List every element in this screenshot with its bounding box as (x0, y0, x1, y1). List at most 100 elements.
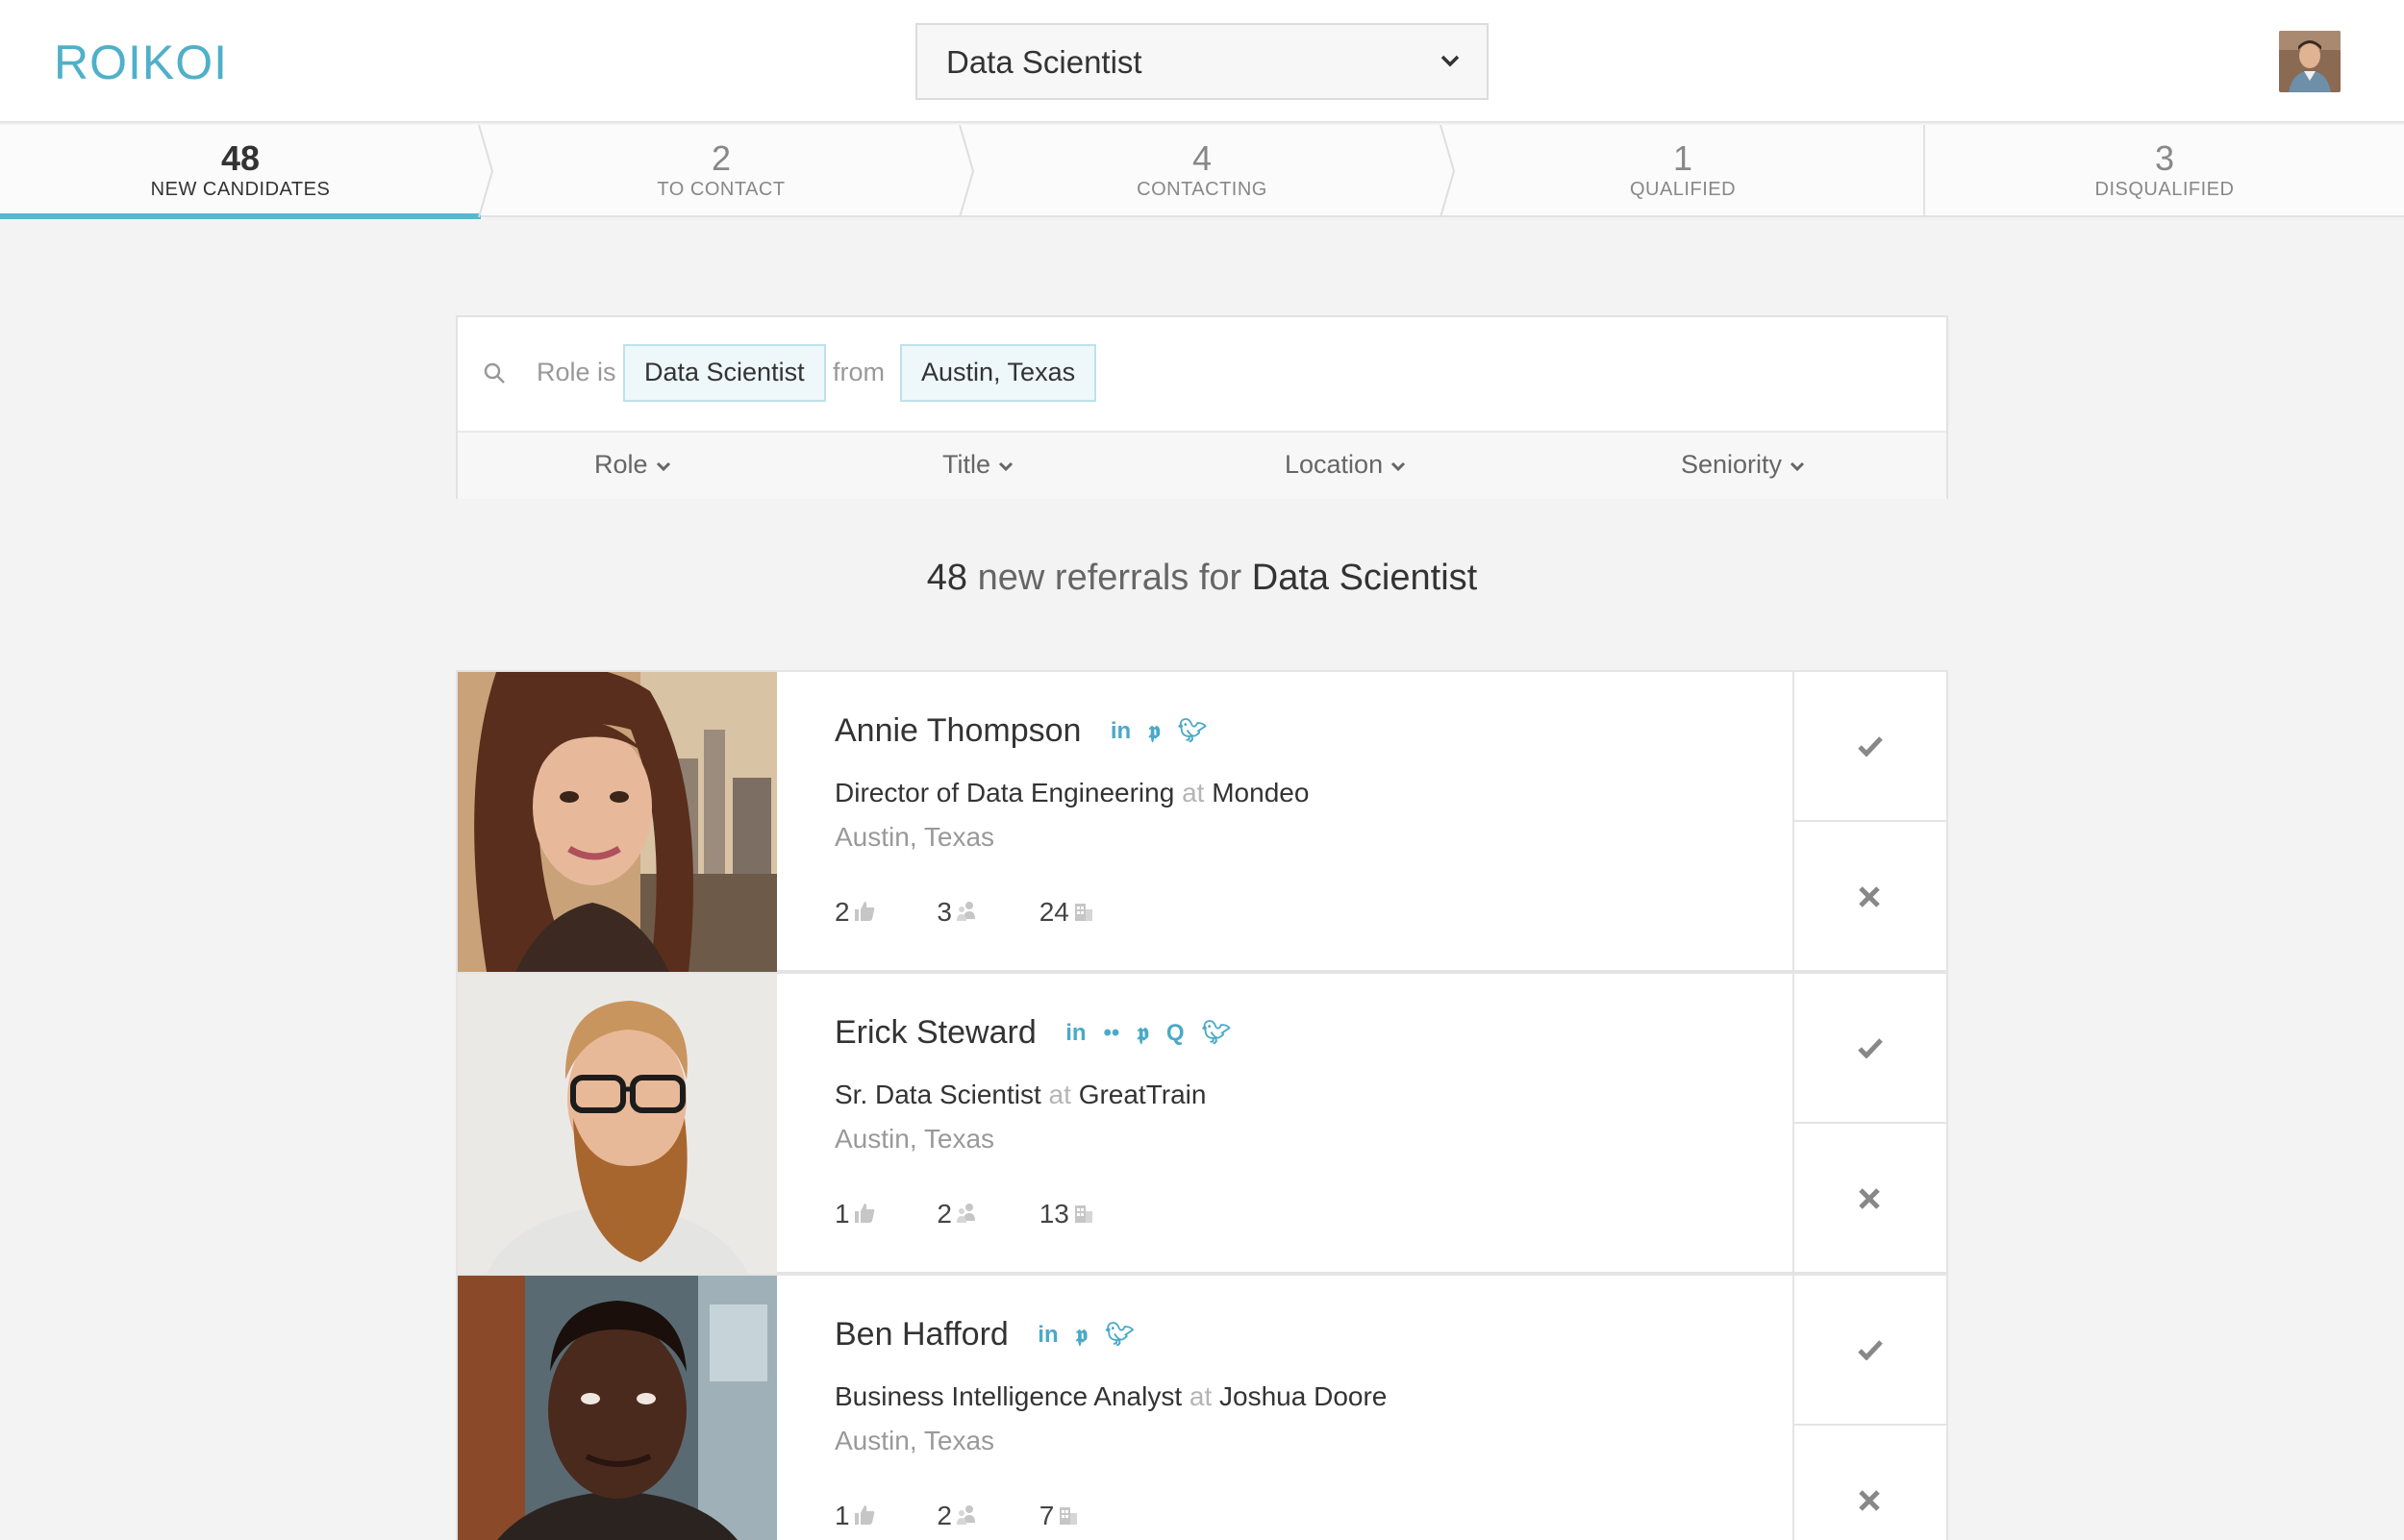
job-title: Sr. Data Scientist (835, 1080, 1041, 1109)
referral-role: Data Scientist (1251, 558, 1478, 598)
stage-disqualified[interactable]: 3 DISQUALIFIED (1923, 125, 2404, 217)
company-name: GreatTrain (1078, 1080, 1207, 1109)
role-dropdown-value: Data Scientist (946, 44, 1142, 80)
social-links: in 𝖕 🐦︎ (1038, 1321, 1151, 1349)
active-stage-indicator (0, 213, 481, 219)
thumbs-up-icon (854, 1505, 874, 1525)
candidate-name[interactable]: Annie Thompson (835, 712, 1081, 750)
pinterest-icon[interactable]: 𝖕 (1076, 1322, 1089, 1349)
candidate-stats: 1 2 7 (835, 1501, 1134, 1531)
candidate-card[interactable]: Annie Thompson in 𝖕 🐦︎ Director of Data En… (456, 670, 1948, 972)
connections-stat: 2 (937, 1199, 978, 1230)
approve-button[interactable] (1794, 1276, 1946, 1426)
sort-location[interactable]: Location (1285, 450, 1406, 480)
user-avatar[interactable] (2279, 31, 2341, 92)
referral-text: new referrals for (977, 558, 1242, 598)
approve-button[interactable] (1794, 672, 1946, 822)
stage-qualified[interactable]: 1 QUALIFIED (1442, 125, 1923, 217)
pinterest-icon[interactable]: 𝖕 (1148, 718, 1161, 745)
stage-separator (478, 125, 494, 217)
candidate-photo (458, 974, 777, 1274)
sort-seniority[interactable]: Seniority (1681, 450, 1805, 480)
referral-count: 48 (926, 558, 968, 598)
sort-role-label: Role (594, 450, 648, 479)
candidate-name-row: Ben Hafford in 𝖕 🐦︎ (835, 1316, 1152, 1360)
endorsements-stat: 2 (835, 897, 876, 928)
endorsements-count: 1 (835, 1501, 850, 1530)
stage-label: DISQUALIFIED (2094, 179, 2235, 200)
candidate-name-row: Annie Thompson in 𝖕 🐦︎ (835, 712, 1224, 757)
people-icon (956, 902, 975, 921)
candidate-name[interactable]: Erick Steward (835, 1014, 1037, 1052)
job-title: Director of Data Engineering (835, 778, 1175, 807)
candidate-name[interactable]: Ben Hafford (835, 1316, 1009, 1354)
linkedin-icon[interactable]: in (1065, 1020, 1086, 1047)
stage-separator (959, 125, 975, 217)
from-text: from (833, 358, 885, 386)
close-icon (1859, 1188, 1880, 1209)
sort-title[interactable]: Title (942, 450, 1014, 480)
building-icon (1074, 904, 1092, 921)
companies-count: 13 (1039, 1199, 1069, 1229)
check-icon (1858, 1340, 1883, 1360)
candidate-title: Director of Data Engineering at Mondeo (835, 778, 1309, 808)
twitter-icon[interactable]: 🐦︎ (1178, 717, 1207, 745)
app-logo[interactable]: ROIKOI (54, 35, 228, 90)
companies-stat: 24 (1039, 897, 1095, 928)
chevron-down-icon (1391, 461, 1406, 471)
stage-to-contact[interactable]: 2 TO CONTACT (481, 125, 962, 217)
filter-panel: Role is Data Scientist from Austin, Texa… (456, 315, 1948, 499)
stage-contacting[interactable]: 4 CONTACTING (962, 125, 1442, 217)
endorsements-stat: 1 (835, 1199, 876, 1230)
sort-role[interactable]: Role (594, 450, 671, 480)
location-filter-chip[interactable]: Austin, Texas (900, 344, 1097, 402)
building-icon (1060, 1507, 1078, 1525)
referrals-summary: 48 new referrals for Data Scientist (0, 558, 2404, 599)
top-header: ROIKOI Data Scientist (0, 0, 2404, 123)
reject-button[interactable] (1794, 1124, 1946, 1274)
twitter-icon[interactable]: 🐦︎ (1105, 1321, 1134, 1349)
role-filter-chip[interactable]: Data Scientist (623, 344, 826, 402)
candidate-stats: 2 3 24 (835, 897, 1149, 928)
sort-title-label: Title (942, 450, 991, 479)
chevron-down-icon (1790, 461, 1805, 471)
company-name: Joshua Doore (1219, 1381, 1388, 1411)
pipeline-stages: 48 NEW CANDIDATES 2 TO CONTACT 4 CONTACT… (0, 125, 2404, 219)
stage-separator (1440, 125, 1456, 217)
flickr-icon[interactable]: •• (1104, 1020, 1120, 1047)
stage-count: 48 (220, 138, 261, 178)
search-query-bar[interactable]: Role is Data Scientist from Austin, Texa… (458, 317, 1946, 431)
stage-new-candidates[interactable]: 48 NEW CANDIDATES (0, 125, 481, 219)
quora-icon[interactable]: Q (1166, 1020, 1185, 1047)
companies-stat: 7 (1039, 1501, 1081, 1531)
sort-location-label: Location (1285, 450, 1384, 479)
linkedin-icon[interactable]: in (1038, 1322, 1058, 1349)
linkedin-icon[interactable]: in (1111, 718, 1131, 745)
candidate-card[interactable]: Ben Hafford in 𝖕 🐦︎ Business Intelligence … (456, 1274, 1948, 1540)
role-prefix-text: Role is (537, 358, 616, 386)
reject-button[interactable] (1794, 1426, 1946, 1540)
stage-count: 3 (2154, 138, 2175, 178)
twitter-icon[interactable]: 🐦︎ (1202, 1019, 1231, 1047)
social-links: in •• 𝖕 Q 🐦︎ (1065, 1019, 1248, 1047)
candidate-photo (458, 672, 777, 972)
companies-count: 24 (1039, 897, 1069, 927)
connections-stat: 3 (937, 897, 978, 928)
reject-button[interactable] (1794, 822, 1946, 972)
candidate-title: Business Intelligence Analyst at Joshua … (835, 1381, 1387, 1412)
approve-button[interactable] (1794, 974, 1946, 1124)
candidate-stats: 1 2 13 (835, 1199, 1149, 1230)
pinterest-icon[interactable]: 𝖕 (1137, 1020, 1149, 1047)
chevron-down-icon (1440, 55, 1460, 67)
thumbs-up-icon (854, 902, 874, 921)
check-icon (1858, 1038, 1883, 1058)
check-icon (1858, 736, 1883, 757)
social-links: in 𝖕 🐦︎ (1111, 717, 1224, 745)
chevron-down-icon (656, 461, 670, 471)
card-actions (1792, 974, 1946, 1274)
chevron-down-icon (998, 461, 1014, 471)
candidate-card[interactable]: Erick Steward in •• 𝖕 Q 🐦︎ Sr. Data Scientis… (456, 972, 1948, 1274)
stage-count: 1 (1672, 138, 1693, 178)
role-dropdown[interactable]: Data Scientist (915, 23, 1489, 100)
user-photo (2279, 31, 2341, 92)
